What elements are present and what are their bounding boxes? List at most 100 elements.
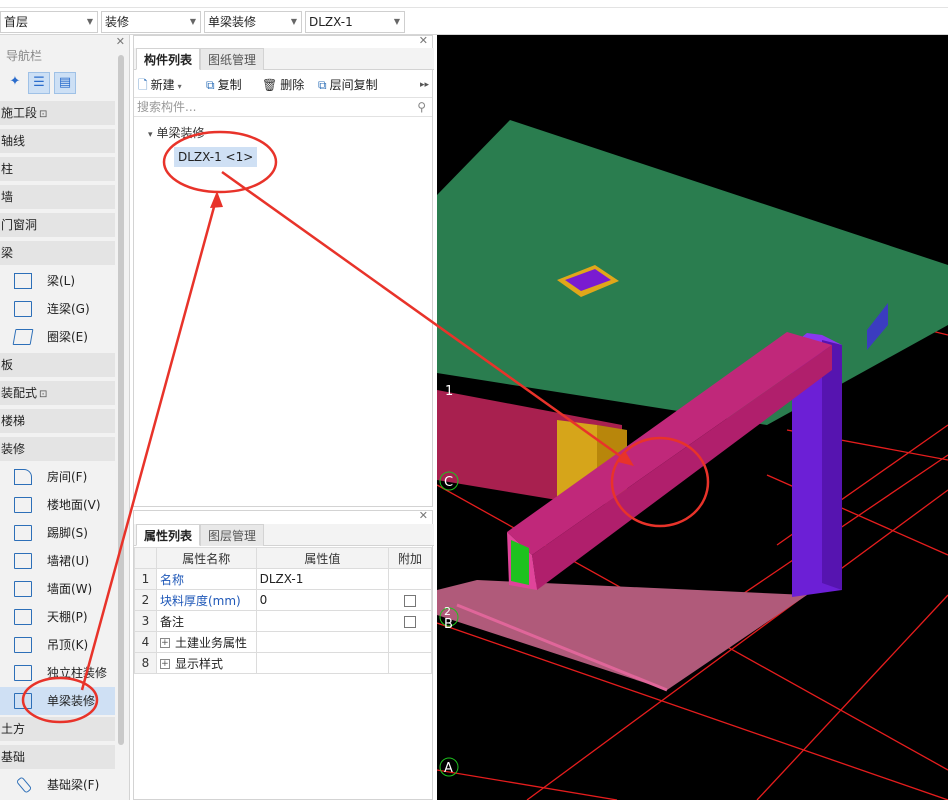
- expand-icon[interactable]: +: [159, 659, 170, 669]
- new-file-icon: 🗋: [138, 78, 148, 92]
- nav-cat-stairs[interactable]: 楼梯: [0, 409, 115, 433]
- more-icon[interactable]: ▸▸: [420, 74, 429, 96]
- search-icon[interactable]: ⚲: [417, 98, 426, 117]
- chevron-down-icon: ▼: [393, 17, 400, 26]
- nav-item-beam-deco[interactable]: 单梁装修: [0, 687, 115, 715]
- table-row[interactable]: 1 名称 DLZX-1: [134, 568, 432, 590]
- add-icon[interactable]: ✦: [4, 72, 26, 94]
- property-value-header: 属性值: [255, 547, 390, 569]
- floor-copy-button[interactable]: ⧉ 层间复制: [318, 74, 378, 96]
- component-list-panel: ✕ 构件列表 图纸管理 🗋 新建 ▾ ⧉ 复制 🗑 删除 ⧉ 层间复制 ▸▸ 搜索构件..…: [133, 34, 434, 507]
- nav-item-dado[interactable]: 墙裙(U): [0, 547, 115, 575]
- floor-surface-icon: [14, 497, 32, 513]
- component-value: DLZX-1: [309, 15, 353, 29]
- component-actions: 🗋 新建 ▾ ⧉ 复制 🗑 删除 ⧉ 层间复制 ▸▸: [134, 74, 432, 96]
- floor-dropdown[interactable]: 首层 ▼: [0, 11, 98, 33]
- foundation-beam-icon: [15, 776, 33, 794]
- close-icon[interactable]: ✕: [419, 509, 428, 522]
- component-dropdown[interactable]: DLZX-1 ▼: [305, 11, 405, 33]
- tree-parent-node[interactable]: ▾ 单梁装修: [148, 124, 205, 141]
- nav-item-ceiling[interactable]: 天棚(P): [0, 603, 115, 631]
- nav-cat-slab[interactable]: 板: [0, 353, 115, 377]
- component-tabs: 构件列表 图纸管理: [134, 48, 434, 70]
- close-icon[interactable]: ✕: [419, 34, 428, 47]
- 3d-viewport[interactable]: 1 C 2 B A: [437, 35, 948, 800]
- nav-item-link-beam[interactable]: 连梁(G): [0, 295, 115, 323]
- nav-item-column-deco[interactable]: 独立柱装修: [0, 659, 115, 687]
- chevron-down-icon: ▼: [189, 17, 196, 26]
- tab-component-list[interactable]: 构件列表: [136, 48, 201, 70]
- copy-icon: ⧉: [206, 78, 215, 92]
- property-name: 备注: [155, 610, 257, 632]
- property-panel: ✕ 属性列表 图层管理 属性名称 属性值 附加 1 名称 DLZX-1 2 块料…: [133, 509, 434, 800]
- type-dropdown[interactable]: 装修 ▼: [101, 11, 201, 33]
- list-view-icon[interactable]: ☰: [28, 72, 50, 94]
- nav-cat-earthwork[interactable]: 土方: [0, 717, 115, 741]
- table-row[interactable]: 4 + 土建业务属性: [134, 631, 432, 653]
- collapse-icon[interactable]: ▾: [148, 130, 153, 140]
- nav-item-wall-surface[interactable]: 墙面(W): [0, 575, 115, 603]
- nav-item-ring-beam[interactable]: 圈梁(E): [0, 323, 115, 351]
- copy-button[interactable]: ⧉ 复制: [206, 74, 242, 96]
- expand-icon[interactable]: +: [159, 638, 170, 648]
- 3d-scene: 1 C 2 B A: [437, 120, 948, 800]
- extra-checkbox[interactable]: [404, 594, 417, 607]
- nav-cat-beam[interactable]: 梁: [0, 241, 115, 265]
- extra-checkbox[interactable]: [404, 615, 417, 628]
- component-search-input[interactable]: 搜索构件... ⚲: [134, 97, 432, 117]
- property-value[interactable]: 0: [255, 589, 390, 611]
- table-row[interactable]: 3 备注: [134, 610, 432, 632]
- tab-drawing-management[interactable]: 图纸管理: [200, 48, 265, 70]
- nav-cat-wall[interactable]: 墙: [0, 185, 115, 209]
- title-strip: [0, 0, 948, 8]
- axis-label-c: C: [444, 475, 453, 490]
- nav-item-suspended-ceiling[interactable]: 吊顶(K): [0, 631, 115, 659]
- table-row[interactable]: 8 + 显示样式: [134, 652, 432, 674]
- nav-cat-foundation[interactable]: 基础: [0, 745, 115, 769]
- axis-label-b: B: [444, 617, 453, 632]
- tab-property-list[interactable]: 属性列表: [136, 524, 201, 546]
- nav-item-room[interactable]: 房间(F): [0, 463, 115, 491]
- column-deco-icon: [14, 665, 32, 681]
- chevron-down-icon: ▼: [290, 17, 297, 26]
- property-group[interactable]: + 土建业务属性: [155, 631, 257, 653]
- nav-cat-openings[interactable]: 门窗洞: [0, 213, 115, 237]
- category-value: 单梁装修: [208, 15, 257, 29]
- floor-copy-icon: ⧉: [318, 78, 327, 92]
- nav-item-skirting[interactable]: 踢脚(S): [0, 519, 115, 547]
- nav-title: 导航栏: [6, 49, 43, 63]
- nav-cat-prefab[interactable]: 装配式 ⊡: [0, 381, 115, 405]
- tree-child-node[interactable]: DLZX-1 <1>: [174, 147, 258, 167]
- property-table: 属性名称 属性值 附加 1 名称 DLZX-1 2 块料厚度(mm) 0 3 备…: [134, 547, 432, 674]
- nav-item-beam[interactable]: 梁(L): [0, 267, 115, 295]
- skirting-icon: [14, 525, 32, 541]
- new-button[interactable]: 🗋 新建 ▾: [138, 74, 182, 96]
- property-tabs: 属性列表 图层管理: [134, 524, 434, 546]
- chevron-down-icon: ▼: [86, 17, 93, 26]
- nav-cat-column[interactable]: 柱: [0, 157, 115, 181]
- lock-icon: ⊡: [39, 109, 48, 120]
- navigation-panel: ✕ 导航栏 ✦ ☰ ▤ 施工段 ⊡ 轴线 柱 墙 门窗洞 梁 梁(L) 连梁(G)…: [0, 35, 130, 800]
- property-name-header: 属性名称: [155, 547, 257, 569]
- nav-scrollbar[interactable]: [118, 55, 124, 745]
- category-dropdown[interactable]: 单梁装修 ▼: [204, 11, 302, 33]
- tab-layer-management[interactable]: 图层管理: [200, 524, 265, 546]
- delete-button[interactable]: 🗑 删除: [262, 74, 304, 96]
- chevron-down-icon: ▾: [177, 82, 182, 91]
- nav-cat-construction[interactable]: 施工段 ⊡: [0, 101, 115, 125]
- nav-cat-axis[interactable]: 轴线: [0, 129, 115, 153]
- property-name: 名称: [155, 568, 257, 590]
- table-row[interactable]: 2 块料厚度(mm) 0: [134, 589, 432, 611]
- property-value[interactable]: DLZX-1: [255, 568, 390, 590]
- nav-item-floor-surface[interactable]: 楼地面(V): [0, 491, 115, 519]
- row-number-header: [134, 547, 157, 569]
- property-group[interactable]: + 显示样式: [155, 652, 257, 674]
- nav-item-foundation-beam[interactable]: 基础梁(F): [0, 771, 115, 799]
- nav-cat-decoration[interactable]: 装修: [0, 437, 115, 461]
- ring-beam-icon: [12, 329, 34, 345]
- detail-view-icon[interactable]: ▤: [54, 72, 76, 94]
- beam-deco-icon: [14, 693, 32, 709]
- property-value[interactable]: [255, 610, 390, 632]
- close-icon[interactable]: ✕: [116, 35, 125, 48]
- link-beam-icon: [14, 301, 32, 317]
